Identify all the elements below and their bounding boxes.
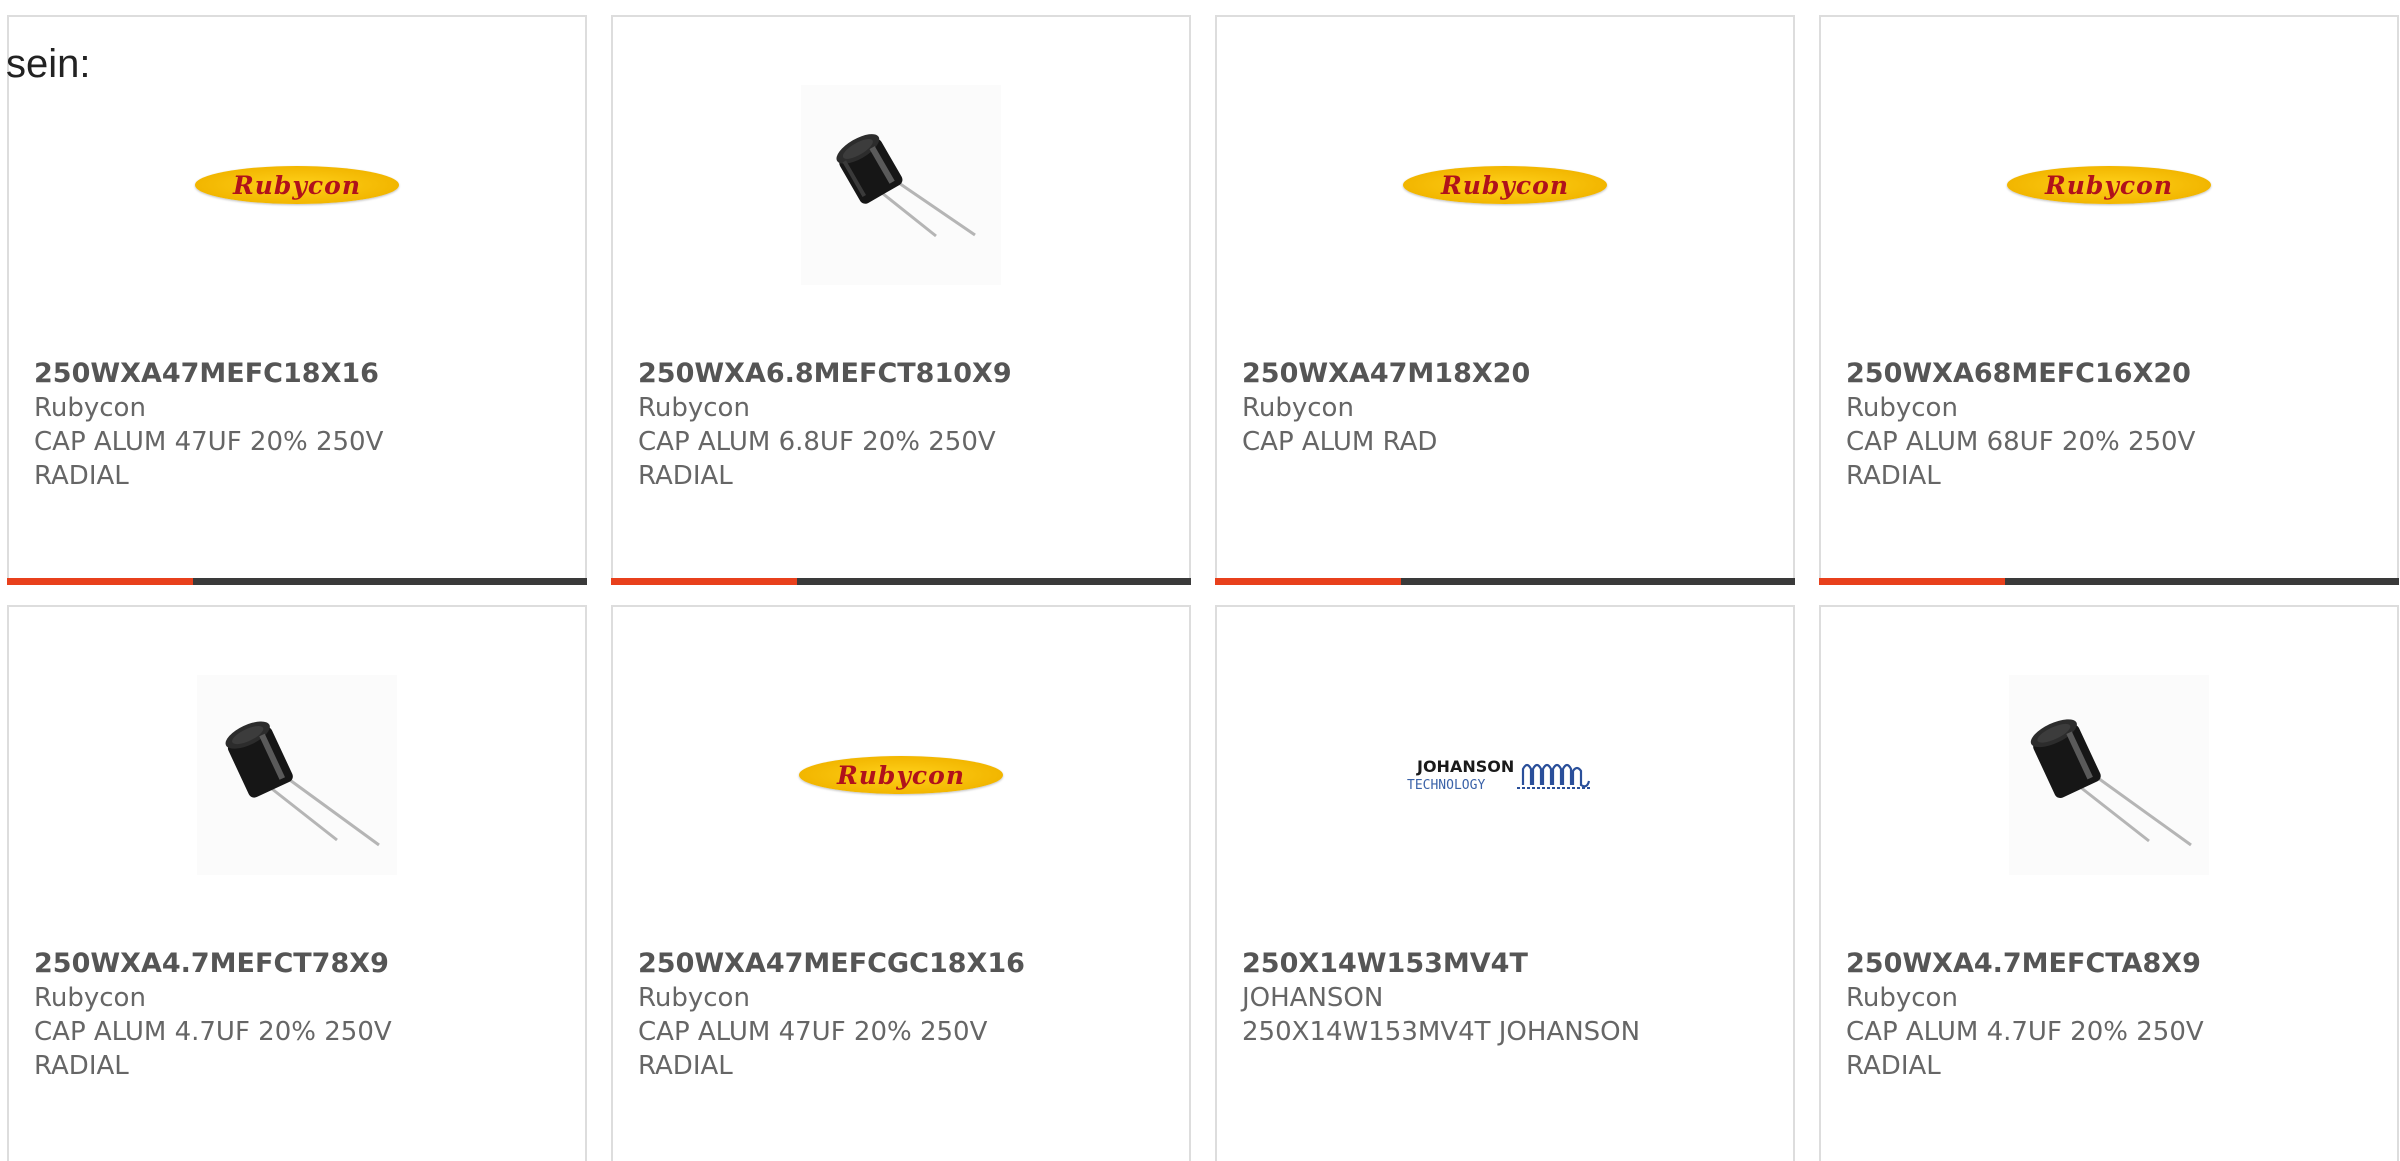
product-image: JOHANSON TECHNOLOGY	[1217, 675, 1793, 875]
part-number[interactable]: 250WXA6.8MEFCT810X9	[638, 357, 1169, 391]
product-info: 250WXA68MEFC16X20 Rubycon CAP ALUM 68UF …	[1846, 357, 2377, 493]
capacitor-image	[2009, 675, 2209, 875]
part-number[interactable]: 250WXA47MEFC18X16	[34, 357, 565, 391]
progress-fill	[1819, 578, 2005, 585]
product-info: 250WXA47M18X20 Rubycon CAP ALUM RAD	[1242, 357, 1773, 459]
capacitor-photo	[801, 85, 1001, 285]
progress-fill	[611, 578, 797, 585]
capacitor-image	[801, 85, 1001, 285]
rubycon-logo: Rubycon	[1403, 166, 1607, 204]
progress-fill	[7, 578, 193, 585]
product-info: 250X14W153MV4T JOHANSON 250X14W153MV4T J…	[1242, 947, 1773, 1049]
rubycon-logo: Rubycon	[799, 756, 1003, 794]
product-card[interactable]: 250WXA4.7MEFCT78X9 Rubycon CAP ALUM 4.7U…	[7, 605, 587, 1161]
product-info: 250WXA47MEFCGC18X16 Rubycon CAP ALUM 47U…	[638, 947, 1169, 1083]
manufacturer: Rubycon	[34, 983, 146, 1013]
capacitor-image	[197, 675, 397, 875]
description: CAP ALUM 68UF 20% 250V	[1846, 427, 2196, 457]
part-number[interactable]: 250X14W153MV4T	[1242, 947, 1773, 981]
product-image: Rubycon	[613, 675, 1189, 875]
progress-bar	[1215, 578, 1795, 585]
rubycon-logo-text: Rubycon	[1440, 170, 1570, 200]
manufacturer: Rubycon	[1846, 393, 1958, 423]
capacitor-photo	[197, 675, 397, 875]
description: CAP ALUM 47UF 20% 250V	[638, 1017, 988, 1047]
johanson-logo-top: JOHANSON	[1416, 757, 1514, 776]
product-info: 250WXA4.7MEFCT78X9 Rubycon CAP ALUM 4.7U…	[34, 947, 565, 1083]
part-number[interactable]: 250WXA47MEFCGC18X16	[638, 947, 1169, 981]
progress-bar	[611, 578, 1191, 585]
description: 250X14W153MV4T JOHANSON	[1242, 1017, 1641, 1047]
johanson-logo: JOHANSON TECHNOLOGY	[1405, 755, 1605, 795]
description: CAP ALUM RAD	[1242, 427, 1438, 457]
manufacturer: Rubycon	[638, 983, 750, 1013]
product-card[interactable]: Rubycon 250WXA47MEFC18X16 Rubycon CAP AL…	[7, 15, 587, 585]
product-info: 250WXA4.7MEFCTA8X9 Rubycon CAP ALUM 4.7U…	[1846, 947, 2377, 1083]
progress-bar	[7, 578, 587, 585]
product-grid: Rubycon 250WXA47MEFC18X16 Rubycon CAP AL…	[0, 0, 2400, 1161]
description-cont: RADIAL	[34, 1051, 129, 1081]
rubycon-logo: Rubycon	[195, 166, 399, 204]
capacitor-photo	[2009, 675, 2209, 875]
description: CAP ALUM 6.8UF 20% 250V	[638, 427, 996, 457]
rubycon-logo-text: Rubycon	[232, 170, 362, 200]
part-number[interactable]: 250WXA68MEFC16X20	[1846, 357, 2377, 391]
product-image	[613, 85, 1189, 285]
intro-text: sein:	[6, 42, 91, 86]
progress-bar	[1819, 578, 2399, 585]
product-image: Rubycon	[1821, 85, 2397, 285]
rubycon-logo-text: Rubycon	[836, 760, 966, 790]
manufacturer: Rubycon	[1846, 983, 1958, 1013]
johanson-logo-bottom: TECHNOLOGY	[1407, 778, 1485, 793]
product-info: 250WXA47MEFC18X16 Rubycon CAP ALUM 47UF …	[34, 357, 565, 493]
product-card[interactable]: 250WXA6.8MEFCT810X9 Rubycon CAP ALUM 6.8…	[611, 15, 1191, 585]
manufacturer: JOHANSON	[1242, 983, 1384, 1013]
product-image	[9, 675, 585, 875]
product-info: 250WXA6.8MEFCT810X9 Rubycon CAP ALUM 6.8…	[638, 357, 1169, 493]
rubycon-logo: Rubycon	[2007, 166, 2211, 204]
product-image: Rubycon	[1217, 85, 1793, 285]
product-image: Rubycon	[9, 85, 585, 285]
part-number[interactable]: 250WXA47M18X20	[1242, 357, 1773, 391]
johanson-logo-image: JOHANSON TECHNOLOGY	[1407, 757, 1591, 793]
product-image	[1821, 675, 2397, 875]
description-cont: RADIAL	[638, 1051, 733, 1081]
part-number[interactable]: 250WXA4.7MEFCTA8X9	[1846, 947, 2377, 981]
description: CAP ALUM 4.7UF 20% 250V	[1846, 1017, 2204, 1047]
product-card[interactable]: JOHANSON TECHNOLOGY 250X14W153MV4T JOHAN…	[1215, 605, 1795, 1161]
product-card[interactable]: Rubycon 250WXA47MEFCGC18X16 Rubycon CAP …	[611, 605, 1191, 1161]
manufacturer: Rubycon	[638, 393, 750, 423]
product-card[interactable]: Rubycon 250WXA47M18X20 Rubycon CAP ALUM …	[1215, 15, 1795, 585]
description-cont: RADIAL	[1846, 461, 1941, 491]
description: CAP ALUM 4.7UF 20% 250V	[34, 1017, 392, 1047]
description-cont: RADIAL	[638, 461, 733, 491]
product-card[interactable]: 250WXA4.7MEFCTA8X9 Rubycon CAP ALUM 4.7U…	[1819, 605, 2399, 1161]
description-cont: RADIAL	[1846, 1051, 1941, 1081]
description-cont: RADIAL	[34, 461, 129, 491]
progress-fill	[1215, 578, 1401, 585]
manufacturer: Rubycon	[34, 393, 146, 423]
manufacturer: Rubycon	[1242, 393, 1354, 423]
description: CAP ALUM 47UF 20% 250V	[34, 427, 384, 457]
rubycon-logo-text: Rubycon	[2044, 170, 2174, 200]
part-number[interactable]: 250WXA4.7MEFCT78X9	[34, 947, 565, 981]
product-card[interactable]: Rubycon 250WXA68MEFC16X20 Rubycon CAP AL…	[1819, 15, 2399, 585]
product-grid-page: sein: Rubycon 250WXA47MEFC18X16 Rubycon …	[0, 0, 2400, 1161]
